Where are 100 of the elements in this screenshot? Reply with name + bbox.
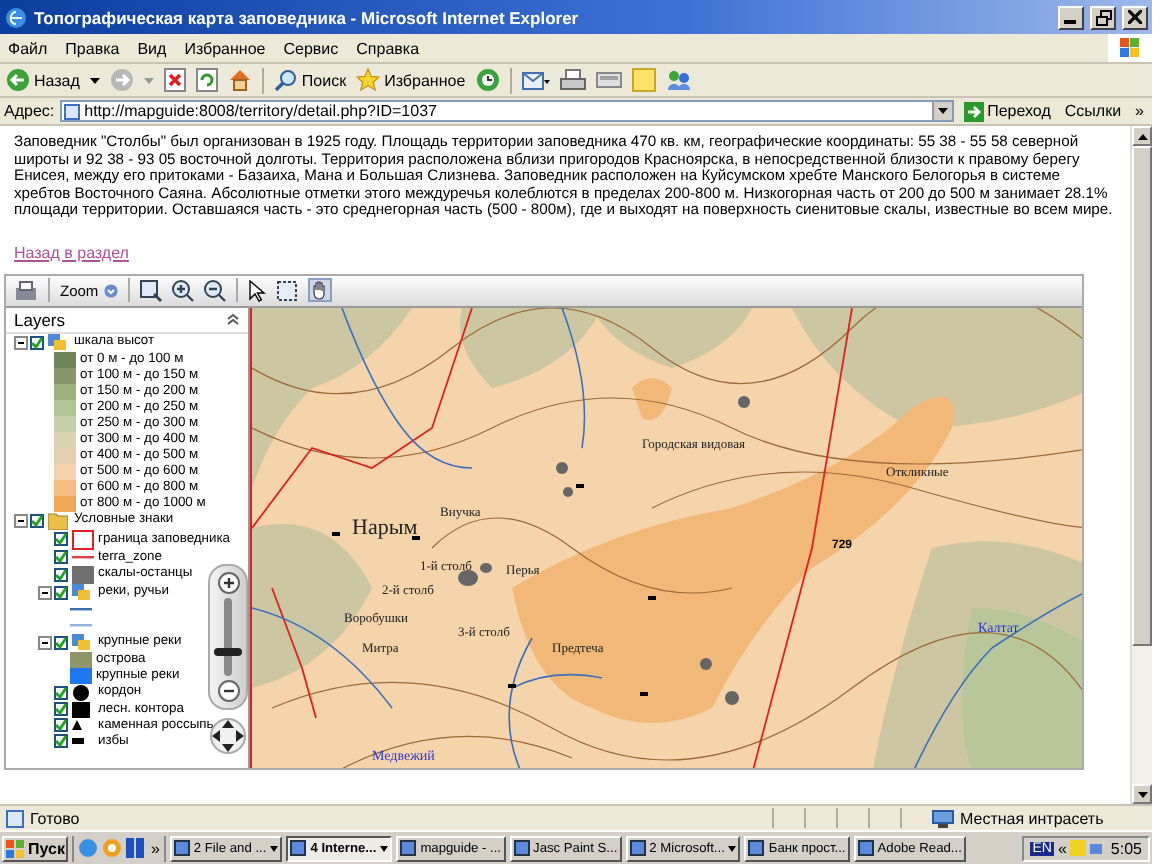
tree-toggle-icon[interactable] — [38, 635, 52, 649]
search-button[interactable]: Поиск — [273, 68, 347, 92]
menu-item[interactable]: Избранное — [184, 39, 266, 57]
layer-checkbox[interactable] — [54, 702, 68, 716]
scroll-down-button[interactable] — [1132, 784, 1152, 804]
address-field[interactable]: http://mapguide:8008/territory/detail.php?ID=1037 — [60, 100, 954, 122]
layer-checkbox[interactable] — [54, 635, 68, 649]
go-arrow-icon — [963, 101, 984, 121]
app-window-icon — [857, 840, 874, 856]
menu-item[interactable]: Сервис — [283, 39, 339, 57]
zoom-plus-icon — [217, 571, 239, 593]
layer-checkbox[interactable] — [54, 685, 68, 699]
security-zone: Местная интрасеть — [960, 809, 1106, 827]
line-symbol-icon — [72, 555, 94, 559]
menu-item[interactable]: Файл — [8, 39, 48, 57]
layer-checkbox[interactable] — [54, 532, 68, 546]
tree-toggle-icon[interactable] — [14, 335, 28, 349]
start-button[interactable]: Пуск — [2, 835, 69, 861]
down-arrow-icon — [1137, 791, 1147, 797]
layer-checkbox[interactable] — [30, 513, 44, 527]
zoom-in-icon[interactable] — [172, 279, 195, 301]
up-arrow-icon — [1137, 133, 1147, 139]
more-links-button[interactable]: » — [1131, 102, 1148, 120]
layer-group-icon — [48, 333, 68, 351]
back-button[interactable]: Назад — [6, 68, 80, 92]
refresh-icon[interactable] — [195, 68, 218, 92]
menu-item[interactable]: Правка — [65, 39, 120, 57]
folder-icon — [48, 511, 68, 529]
select-box-icon[interactable] — [276, 279, 299, 301]
layer-checkbox[interactable] — [54, 718, 68, 732]
collapse-chevron-icon[interactable] — [226, 312, 240, 326]
boundary-symbol-icon — [72, 529, 94, 549]
page-icon — [6, 809, 24, 827]
close-button[interactable] — [1122, 5, 1148, 29]
columns-app-icon[interactable] — [126, 838, 147, 858]
scroll-up-button[interactable] — [1132, 126, 1152, 146]
zoom-rectangle-icon[interactable] — [140, 279, 163, 301]
star-icon — [356, 68, 381, 92]
tree-toggle-icon[interactable] — [14, 513, 28, 527]
app-window-icon — [748, 840, 765, 856]
menu-item[interactable]: Справка — [356, 39, 420, 57]
dropdown-circle-icon — [104, 283, 119, 297]
stream-line-icon — [70, 607, 92, 611]
menu-item[interactable]: Вид — [137, 39, 167, 57]
pointer-icon[interactable] — [248, 279, 267, 301]
page-icon — [64, 103, 81, 119]
back-to-section-link[interactable]: Назад в раздел — [14, 243, 129, 261]
minimize-button[interactable] — [1058, 5, 1084, 29]
close-icon — [1128, 10, 1142, 24]
dot-symbol-icon — [72, 683, 90, 701]
layer-checkbox[interactable] — [54, 585, 68, 599]
dropdown-caret-icon[interactable] — [89, 77, 100, 83]
home-icon[interactable] — [227, 68, 252, 92]
app-window-icon — [290, 840, 307, 856]
pan-hand-icon[interactable] — [310, 280, 331, 300]
status-text: Готово — [30, 809, 80, 827]
restore-icon — [1095, 9, 1111, 25]
stop-icon[interactable] — [163, 68, 186, 92]
links-button[interactable]: Ссылки — [1060, 102, 1126, 120]
dropdown-caret-icon — [937, 108, 948, 114]
layer-checkbox[interactable] — [54, 567, 68, 581]
hut-symbol-icon — [72, 738, 84, 744]
flag-icon — [1120, 38, 1140, 58]
zoom-slider[interactable] — [208, 563, 248, 709]
app-window-icon — [400, 840, 417, 856]
zoom-minus-icon — [217, 679, 239, 701]
app-window-icon — [513, 840, 530, 856]
layer-checkbox[interactable] — [54, 734, 68, 748]
edit-icon[interactable] — [595, 68, 622, 92]
app-window-icon — [629, 840, 646, 856]
tree-toggle-icon[interactable] — [38, 585, 52, 599]
windows-flag-icon — [6, 839, 24, 857]
rock-symbol-icon — [72, 565, 94, 583]
favorites-button[interactable]: Избранное — [356, 68, 466, 92]
tray-expand[interactable]: « — [1057, 839, 1067, 857]
network-icon — [932, 808, 954, 828]
zoom-slider-thumb[interactable] — [214, 647, 242, 656]
map-label: Нарым — [352, 515, 418, 539]
layers-title: Layers — [14, 309, 66, 329]
scrollbar-thumb[interactable] — [1132, 146, 1152, 646]
print-icon[interactable] — [14, 279, 38, 301]
stream-line-icon — [70, 623, 92, 627]
maximize-button[interactable] — [1090, 5, 1116, 29]
pan-arrows-icon[interactable] — [210, 717, 246, 753]
zoom-out-icon[interactable] — [204, 279, 227, 301]
layer-checkbox[interactable] — [54, 550, 68, 564]
app-window-icon — [173, 840, 190, 856]
search-icon — [273, 68, 298, 92]
back-arrow-icon — [6, 68, 30, 92]
mail-icon[interactable] — [521, 68, 550, 92]
print-icon[interactable] — [559, 68, 586, 92]
address-label: Адрес: — [4, 102, 55, 120]
go-button[interactable]: Переход — [959, 101, 1055, 121]
reserve-boundary-line — [271, 586, 317, 718]
history-icon[interactable] — [475, 68, 500, 92]
layer-group-icon — [72, 633, 92, 651]
layer-checkbox[interactable] — [30, 335, 44, 349]
quicklaunch-more[interactable]: » — [150, 839, 160, 857]
window-title: Топографическая карта заповедника - Microsoft Internet Explorer — [34, 7, 581, 27]
messenger-icon[interactable] — [665, 68, 692, 92]
